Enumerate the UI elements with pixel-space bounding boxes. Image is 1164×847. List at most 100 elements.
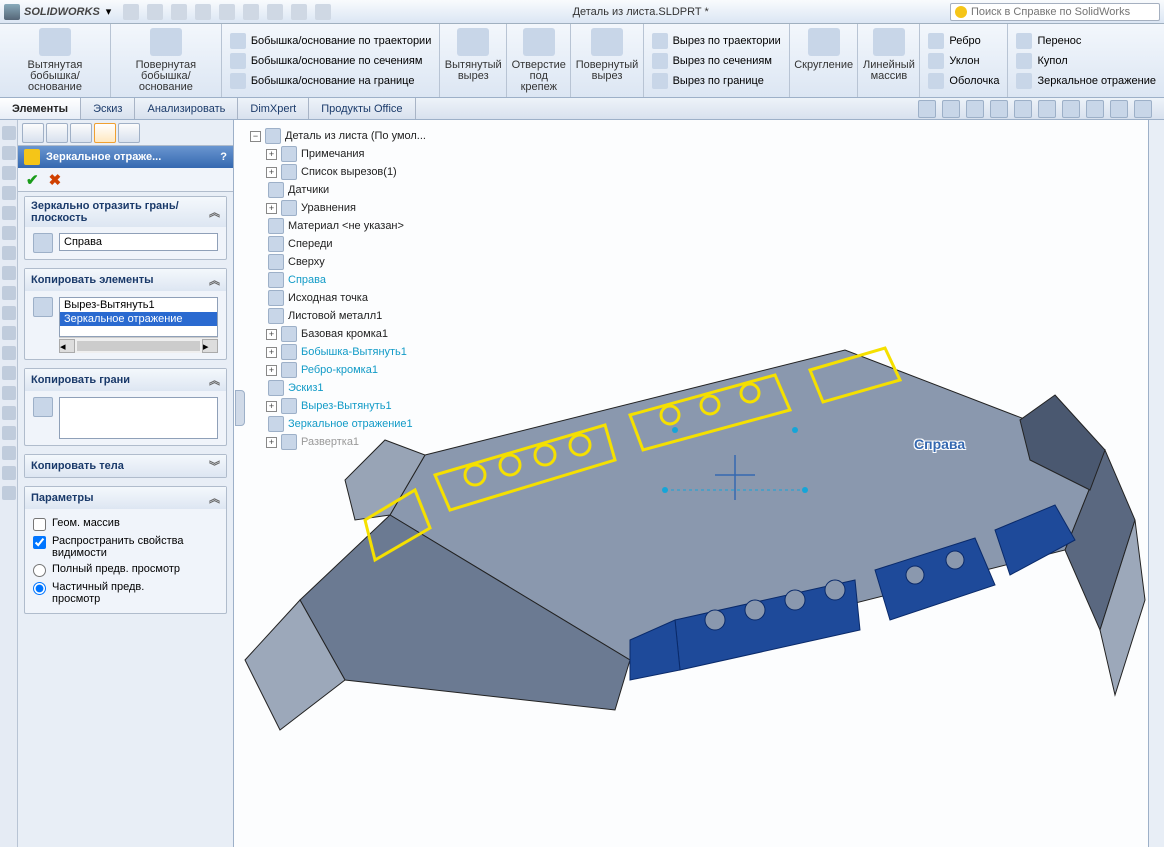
full-preview-radio[interactable] — [33, 564, 46, 577]
tool-icon[interactable] — [2, 366, 16, 380]
horizontal-scrollbar[interactable]: ◂ ▸ — [59, 337, 218, 353]
help-icon[interactable] — [315, 4, 331, 20]
tool-icon[interactable] — [2, 306, 16, 320]
help-search-input[interactable] — [971, 6, 1155, 18]
expand-icon[interactable]: + — [266, 365, 277, 376]
tab-evaluate[interactable]: Анализировать — [135, 98, 238, 119]
swept-boss-button[interactable]: Бобышка/основание по траектории — [230, 33, 432, 49]
group-header[interactable]: Копировать элементы ︽ — [25, 269, 226, 291]
face-select-icon[interactable] — [33, 397, 53, 417]
tree-node[interactable]: Исходная точка — [250, 290, 440, 308]
list-item[interactable]: Зеркальное отражение — [60, 312, 217, 326]
prev-view-icon[interactable] — [966, 100, 984, 118]
tool-icon[interactable] — [2, 346, 16, 360]
tool-icon[interactable] — [2, 266, 16, 280]
tree-node[interactable]: +Ребро-кромка1 — [250, 362, 440, 380]
features-listbox[interactable]: Вырез-Вытянуть1 Зеркальное отражение — [59, 297, 218, 337]
plane-select-icon[interactable] — [33, 233, 53, 253]
select-icon[interactable] — [243, 4, 259, 20]
tree-node[interactable]: +Базовая кромка1 — [250, 326, 440, 344]
tool-icon[interactable] — [2, 186, 16, 200]
new-icon[interactable] — [123, 4, 139, 20]
tree-node[interactable]: +Развертка1 — [250, 434, 440, 452]
tool-icon[interactable] — [2, 166, 16, 180]
display-style-icon[interactable] — [1038, 100, 1056, 118]
expand-icon[interactable]: + — [266, 149, 277, 160]
scroll-left-icon[interactable]: ◂ — [59, 339, 75, 353]
collapse-icon[interactable]: − — [250, 131, 261, 142]
menu-dropdown-icon[interactable]: ▾ — [106, 5, 112, 18]
graphics-viewport[interactable]: Справа −Деталь из листа (По умол... +При… — [234, 120, 1148, 847]
scroll-thumb[interactable] — [77, 341, 200, 351]
rebuild-icon[interactable] — [267, 4, 283, 20]
list-item[interactable]: Вырез-Вытянуть1 — [60, 298, 217, 312]
tree-root[interactable]: −Деталь из листа (По умол... — [250, 128, 440, 146]
wrap-button[interactable]: Перенос — [1016, 33, 1081, 49]
expand-icon[interactable]: + — [266, 203, 277, 214]
group-header[interactable]: Копировать тела ︾ — [25, 455, 226, 477]
extruded-boss-button[interactable]: Вытянутая бобышка/основание — [0, 24, 111, 97]
lofted-cut-button[interactable]: Вырез по сечениям — [652, 53, 772, 69]
tree-node[interactable]: Материал <не указан> — [250, 218, 440, 236]
task-pane[interactable] — [1148, 120, 1164, 847]
tree-node[interactable]: Зеркальное отражение1 — [250, 416, 440, 434]
tree-node[interactable]: Сверху — [250, 254, 440, 272]
revolved-cut-button[interactable]: Повернутый вырез — [571, 24, 643, 97]
edit-appearance-icon[interactable] — [1086, 100, 1104, 118]
tool-icon[interactable] — [2, 466, 16, 480]
dimxpert-manager-tab[interactable] — [94, 123, 116, 143]
tree-node[interactable]: Листовой металл1 — [250, 308, 440, 326]
tool-icon[interactable] — [2, 286, 16, 300]
expand-icon[interactable]: + — [266, 347, 277, 358]
tree-node[interactable]: +Вырез-Вытянуть1 — [250, 398, 440, 416]
configuration-manager-tab[interactable] — [70, 123, 92, 143]
save-icon[interactable] — [171, 4, 187, 20]
group-header[interactable]: Параметры ︽ — [25, 487, 226, 509]
property-manager-tab[interactable] — [46, 123, 68, 143]
tool-icon[interactable] — [2, 126, 16, 140]
expand-icon[interactable]: + — [266, 437, 277, 448]
tool-icon[interactable] — [2, 246, 16, 260]
tree-node[interactable]: +Примечания — [250, 146, 440, 164]
tree-node[interactable]: Датчики — [250, 182, 440, 200]
tab-sketch[interactable]: Эскиз — [81, 98, 135, 119]
hide-show-icon[interactable] — [1062, 100, 1080, 118]
mirror-plane-input[interactable] — [59, 233, 218, 251]
dome-button[interactable]: Купол — [1016, 53, 1067, 69]
tab-office[interactable]: Продукты Office — [309, 98, 415, 119]
undo-icon[interactable] — [219, 4, 235, 20]
tool-icon[interactable] — [2, 406, 16, 420]
tab-features[interactable]: Элементы — [0, 98, 81, 119]
tree-node[interactable]: +Уравнения — [250, 200, 440, 218]
open-icon[interactable] — [147, 4, 163, 20]
apply-scene-icon[interactable] — [1110, 100, 1128, 118]
draft-button[interactable]: Уклон — [928, 53, 979, 69]
options-icon[interactable] — [291, 4, 307, 20]
tab-dimxpert[interactable]: DimXpert — [238, 98, 309, 119]
zoom-fit-icon[interactable] — [918, 100, 936, 118]
help-search-box[interactable] — [950, 3, 1160, 21]
ok-button[interactable]: ✔ — [26, 171, 39, 189]
shell-button[interactable]: Оболочка — [928, 73, 999, 89]
tree-node[interactable]: Спереди — [250, 236, 440, 254]
expand-icon[interactable]: + — [266, 401, 277, 412]
view-settings-icon[interactable] — [1134, 100, 1152, 118]
tree-node[interactable]: Эскиз1 — [250, 380, 440, 398]
view-orientation-icon[interactable] — [1014, 100, 1032, 118]
tool-icon[interactable] — [2, 446, 16, 460]
hole-wizard-button[interactable]: Отверстие под крепеж — [507, 24, 571, 97]
boundary-boss-button[interactable]: Бобышка/основание на границе — [230, 73, 415, 89]
tree-node[interactable]: +Список вырезов(1) — [250, 164, 440, 182]
display-manager-tab[interactable] — [118, 123, 140, 143]
tool-icon[interactable] — [2, 146, 16, 160]
group-header[interactable]: Зеркально отразить грань/плоскость ︽ — [25, 197, 226, 227]
tool-icon[interactable] — [2, 326, 16, 340]
help-icon[interactable]: ? — [220, 151, 227, 163]
zoom-area-icon[interactable] — [942, 100, 960, 118]
partial-preview-radio[interactable] — [33, 582, 46, 595]
tool-icon[interactable] — [2, 486, 16, 500]
expand-icon[interactable]: + — [266, 167, 277, 178]
print-icon[interactable] — [195, 4, 211, 20]
feature-select-icon[interactable] — [33, 297, 53, 317]
tool-icon[interactable] — [2, 206, 16, 220]
